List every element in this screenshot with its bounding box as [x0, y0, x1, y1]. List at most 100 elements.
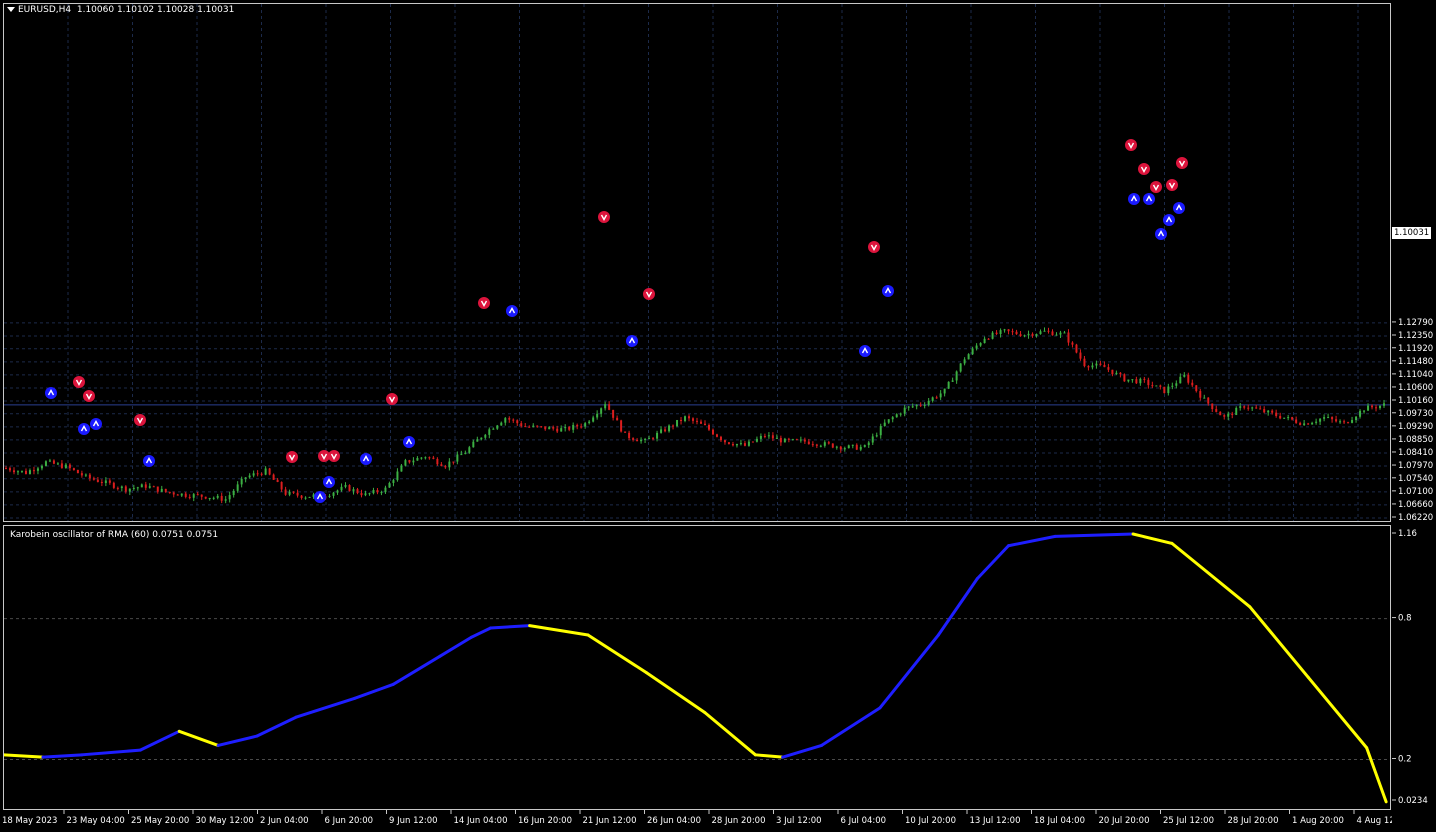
oscillator-chart[interactable]	[4, 526, 1390, 809]
oscillator-segment	[177, 729, 220, 747]
candle-body	[356, 489, 359, 494]
candle-body	[512, 419, 515, 421]
candle-body	[352, 489, 355, 492]
time-tick-label: 3 Jul 12:00	[776, 816, 822, 826]
candle-body	[232, 490, 235, 496]
candle-body	[116, 487, 119, 489]
sell-signal-icon	[868, 241, 880, 253]
candle-body	[212, 497, 215, 499]
price-tick-label: 1.07100	[1398, 487, 1433, 497]
candle-body	[1211, 403, 1214, 410]
candle-body	[340, 486, 343, 491]
candle-body	[68, 464, 71, 469]
price-tick-label: 1.12350	[1398, 331, 1433, 341]
sell-signal-circle	[73, 376, 85, 388]
candle-body	[244, 477, 247, 479]
candle-body	[991, 332, 994, 339]
candle-body	[1187, 374, 1190, 383]
candle-body	[859, 446, 862, 450]
candle-body	[1279, 415, 1282, 419]
candle-body	[236, 484, 239, 491]
ohlc-readout: 1.10060 1.10102 1.10028 1.10031	[76, 5, 235, 15]
candle-body	[955, 371, 958, 381]
oscillator-panel[interactable]: Karobein oscillator of RMA (60) 0.0751 0…	[3, 525, 1391, 810]
candle-body	[580, 426, 583, 428]
candle-body	[332, 492, 335, 496]
candle-body	[156, 486, 159, 492]
oscillator-segment	[216, 734, 259, 747]
price-tick-label: 1.07970	[1398, 461, 1433, 471]
candle-body	[112, 482, 115, 488]
oscillator-segment	[1131, 532, 1174, 545]
candle-body	[136, 487, 139, 489]
price-axis[interactable]: 1.12790 1.12350 1.11920 1.11480 1.11040 1.106…	[1392, 0, 1436, 522]
candle-body	[1267, 410, 1270, 413]
candle-body	[584, 423, 587, 427]
candle-body	[560, 428, 563, 432]
time-tick-label: 26 Jun 04:00	[647, 816, 701, 826]
candle-body	[1203, 397, 1206, 399]
candle-body	[520, 423, 523, 427]
sell-signal-circle	[1176, 157, 1188, 169]
candle-body	[292, 491, 295, 493]
oscillator-axis[interactable]: 1.16 0.8 0.2 0.0234	[1392, 522, 1436, 812]
price-tick-label: 1.08850	[1398, 435, 1433, 445]
candle-body	[440, 464, 443, 467]
oscillator-segment	[352, 682, 395, 700]
price-chart[interactable]	[4, 4, 1390, 521]
time-axis[interactable]: 18 May 2023 23 May 04:00 25 May 20:00 30 Ma…	[0, 810, 1392, 832]
candle-body	[676, 419, 679, 427]
candle-body	[1347, 422, 1350, 424]
candle-body	[1259, 408, 1262, 410]
candle-body	[476, 439, 479, 442]
buy-signal-icon	[360, 453, 372, 465]
osc-tick-label: 0.0234	[1398, 796, 1428, 806]
time-tick-label: 6 Jun 20:00	[325, 816, 374, 826]
time-tick-label: 18 Jul 04:00	[1034, 816, 1085, 826]
candle-body	[851, 444, 854, 446]
candle-body	[328, 495, 331, 497]
candle-body	[903, 407, 906, 414]
candle-body	[711, 429, 714, 435]
candle-body	[895, 414, 898, 418]
buy-signal-icon	[90, 418, 102, 430]
candle-body	[731, 444, 734, 446]
candle-body	[488, 429, 491, 435]
buy-signal-circle	[1155, 228, 1167, 240]
dropdown-arrow-icon[interactable]	[7, 7, 15, 12]
candle-body	[252, 473, 255, 476]
candle-body	[1023, 335, 1026, 337]
oscillator-segment	[138, 729, 181, 752]
candle-body	[108, 480, 111, 483]
candle-body	[707, 425, 710, 430]
current-price-tag: 1.10031	[1392, 227, 1432, 239]
candle-body	[1159, 385, 1162, 387]
candle-body	[911, 406, 914, 408]
candle-body	[1239, 406, 1242, 408]
candle-body	[228, 495, 231, 500]
candle-body	[428, 457, 431, 459]
candle-body	[1215, 409, 1218, 412]
candle-body	[336, 490, 339, 493]
candle-body	[32, 470, 35, 472]
candle-body	[1027, 333, 1030, 336]
candle-body	[92, 478, 95, 480]
candle-body	[536, 425, 539, 427]
sell-signal-circle	[478, 297, 490, 309]
buy-signal-icon	[314, 491, 326, 503]
candle-body	[863, 445, 866, 447]
candle-body	[220, 495, 223, 501]
candle-body	[216, 495, 219, 498]
candle-body	[24, 470, 27, 474]
candle-body	[1071, 342, 1074, 345]
sell-signal-circle	[386, 393, 398, 405]
candle-body	[72, 468, 75, 470]
oscillator-segment	[41, 753, 84, 759]
candle-body	[971, 348, 974, 355]
candle-body	[628, 432, 631, 439]
candle-body	[1235, 407, 1238, 416]
candle-body	[931, 397, 934, 401]
candle-body	[688, 416, 691, 419]
price-chart-panel[interactable]: EURUSD,H4 1.10060 1.10102 1.10028 1.1003…	[3, 3, 1391, 522]
candle-body	[464, 452, 467, 455]
